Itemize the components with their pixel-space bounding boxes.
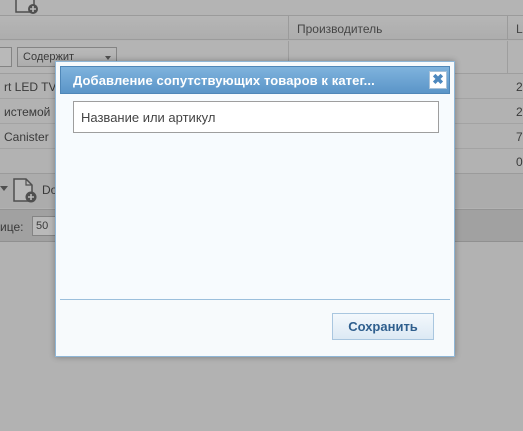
dialog-footer: Сохранить [60,300,450,353]
dialog-title: Добавление сопутствующих товаров к катег… [73,73,375,88]
close-icon: ✖ [432,71,444,87]
search-input[interactable] [73,101,439,133]
dialog-header[interactable]: Добавление сопутствующих товаров к катег… [60,66,450,94]
close-button[interactable]: ✖ [429,71,447,89]
save-button[interactable]: Сохранить [332,313,434,340]
dialog-body [60,94,450,300]
add-related-products-dialog: Добавление сопутствующих товаров к катег… [55,61,455,357]
